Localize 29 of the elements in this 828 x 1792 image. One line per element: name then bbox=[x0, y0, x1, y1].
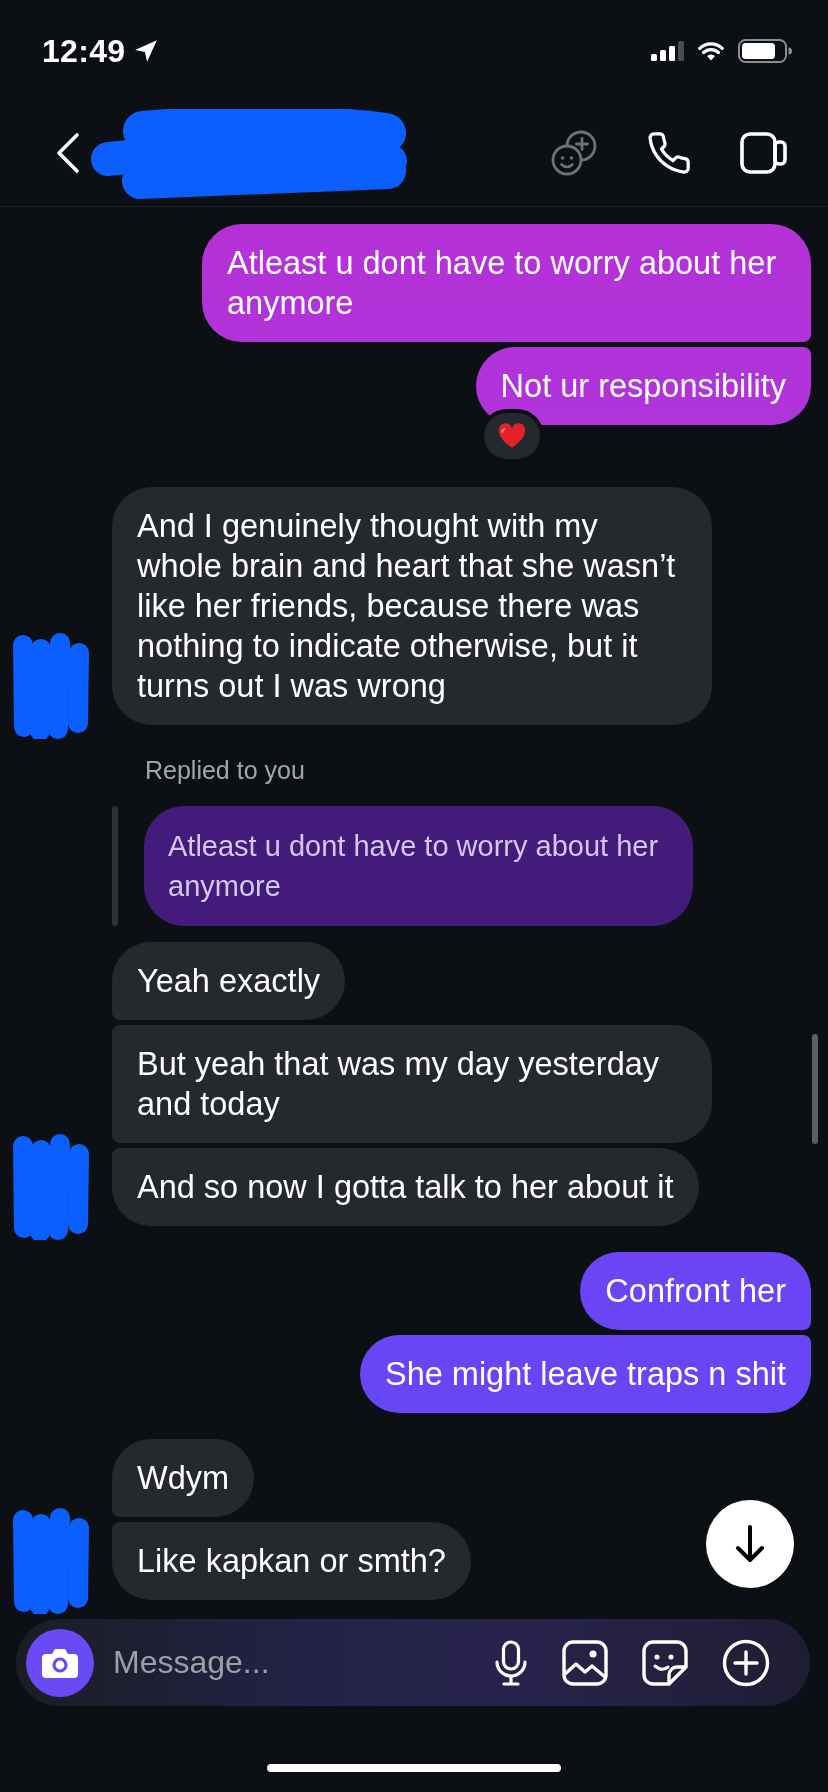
message-bubble: She might leave traps n shit bbox=[359, 1335, 811, 1413]
message-input[interactable]: Message... bbox=[113, 1641, 494, 1684]
camera-icon bbox=[41, 1646, 79, 1679]
message-bubble: But yeah that was my day yesterday and today bbox=[112, 1025, 712, 1143]
message-bubble: Like kapkan or smth? bbox=[112, 1522, 471, 1600]
camera-button[interactable] bbox=[26, 1628, 94, 1697]
smiley-plus-icon[interactable] bbox=[550, 129, 598, 177]
sticker-icon[interactable] bbox=[642, 1639, 688, 1686]
message-bubble: Yeah exactly bbox=[112, 942, 346, 1020]
quoted-message[interactable]: Atleast u dont have to worry about her anymore bbox=[144, 806, 693, 926]
message-bubble: Confront her bbox=[580, 1252, 811, 1330]
message-bubble: Wdym bbox=[112, 1439, 255, 1517]
video-camera-icon[interactable] bbox=[740, 132, 788, 174]
status-time: 12:49 bbox=[42, 33, 126, 69]
microphone-icon[interactable] bbox=[494, 1639, 528, 1686]
add-icon[interactable] bbox=[722, 1638, 770, 1687]
image-icon[interactable] bbox=[562, 1639, 608, 1686]
message-bubble: And I genuinely thought with my whole brain and heart that she wasn’t like her friends, because there was nothing to indicate otherwise, but it turns out I was wrong bbox=[112, 487, 712, 725]
signal-icon bbox=[651, 41, 684, 61]
message-bubble: And so now I gotta talk to her about it bbox=[112, 1148, 699, 1226]
location-arrow-icon bbox=[133, 38, 160, 64]
phone-icon[interactable] bbox=[646, 130, 692, 176]
wifi-icon bbox=[698, 41, 724, 61]
arrow-down-icon bbox=[735, 1524, 765, 1564]
message-bubble: Not ur responsibility bbox=[475, 347, 811, 425]
reply-label: Replied to you bbox=[145, 755, 305, 785]
back-icon[interactable] bbox=[56, 132, 80, 174]
message-bubble: Atleast u dont have to worry about her anymore bbox=[202, 224, 811, 342]
battery-icon bbox=[738, 39, 792, 63]
